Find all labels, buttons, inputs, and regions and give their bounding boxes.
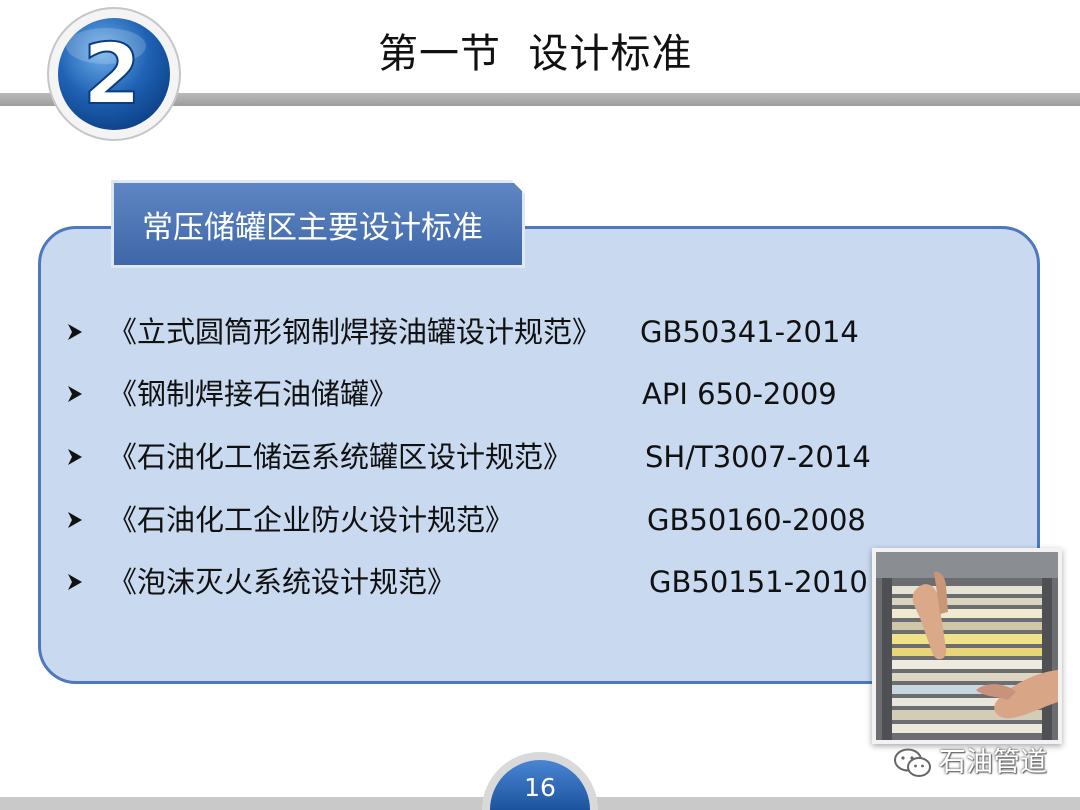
arrowhead-bullet-icon [68, 449, 82, 465]
standard-code: API 650-2009 [642, 377, 837, 411]
watermark-text: 石油管道 [939, 747, 1047, 778]
arrowhead-bullet-icon [68, 386, 82, 402]
arrowhead-bullet-icon [68, 324, 82, 340]
file-folders-photo [872, 548, 1062, 744]
section-tab-label: 常压储罐区主要设计标准 [142, 210, 483, 246]
arrowhead-bullet-icon [68, 574, 82, 590]
page-number: 16 [524, 773, 556, 802]
standard-code: SH/T3007-2014 [645, 440, 871, 474]
standard-name: 《泡沫灭火系统设计规范》 [108, 565, 457, 599]
section-number: 2 [83, 25, 141, 123]
standard-code: GB50151-2010 [649, 565, 868, 599]
wechat-icon [894, 748, 931, 777]
arrowhead-bullet-icon [68, 512, 82, 528]
standard-name: 《石油化工储运系统罐区设计规范》 [108, 440, 573, 474]
page-title: 第一节 设计标准 [378, 31, 693, 77]
standard-name: 《立式圆筒形钢制焊接油罐设计规范》 [108, 315, 602, 349]
standard-code: GB50160-2008 [647, 503, 866, 537]
standard-name: 《钢制焊接石油储罐》 [108, 377, 399, 411]
standard-code: GB50341-2014 [640, 315, 859, 349]
section-number-badge: 2 [47, 7, 181, 141]
standard-name: 《石油化工企业防火设计规范》 [108, 503, 515, 537]
slide: 2 第一节 设计标准 常压储罐区主要设计标准 《立式圆筒形钢制焊接油罐设计规范》… [0, 0, 1080, 810]
